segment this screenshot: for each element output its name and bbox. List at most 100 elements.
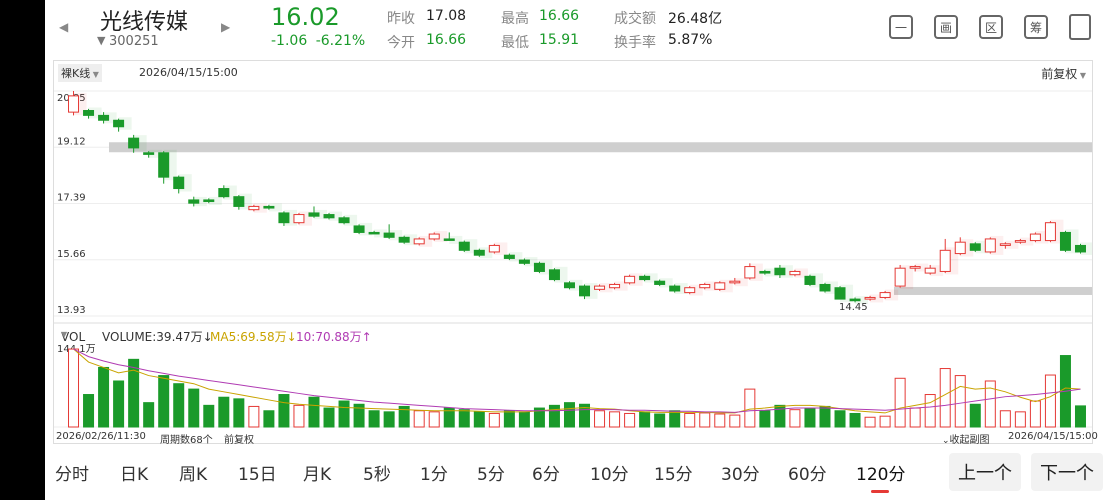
candle-body [939,249,951,272]
volume-ma5: MA5:69.58万↓ [210,330,297,344]
candlestick-chart[interactable]: 20.8519.1217.3915.6613.9314.45144.1万 [54,61,1092,443]
tab-5sec[interactable]: 5秒 [363,460,391,485]
candle-body [323,214,335,219]
tab-60min[interactable]: 60分 [788,460,827,485]
volume-bar [699,412,711,428]
stat-label-low: 最低 [501,35,529,51]
volume-bar [669,410,681,428]
candle-body [98,114,110,121]
volume-bar [158,375,170,428]
volume-bar [1014,411,1026,428]
stat-value-prev-close: 17.08 [426,8,467,24]
volume-bar [173,383,185,428]
candle-body [759,270,771,274]
volume-bar [759,410,771,428]
candle-body [1044,222,1056,242]
tab-1min[interactable]: 1分 [420,460,448,485]
period-count: 周期数68个 [160,435,213,446]
prev-stock-arrow-icon[interactable]: ◀ [59,20,68,34]
candle-body [143,152,155,155]
tab-6min[interactable]: 6分 [532,460,560,485]
candle-body [398,236,410,243]
volume-bar [503,410,515,428]
volume-ma10: 10:70.88万↑ [296,330,372,344]
volume-bar [954,375,966,428]
volume-value: VOLUME:39.47万↓ [102,330,213,344]
candle-body [188,199,200,204]
candle-body [639,275,651,281]
candle-body [849,298,861,302]
support-band [894,286,1092,295]
volume-bar [714,413,726,428]
volume-bar [338,400,350,428]
chip-distribution-tool-icon[interactable]: 筹 [1024,15,1048,39]
candle-body [879,292,891,298]
collapse-subchart-button[interactable]: ⌄收起副图 [942,431,990,446]
tab-timeshare[interactable]: 分时 [55,460,89,485]
volume-bar [894,377,906,428]
range-stats-tool-icon[interactable]: 区 [979,15,1003,39]
candle-body [774,267,786,276]
candle-body [954,241,966,255]
price-tick-label: 15.66 [57,249,86,260]
volume-bar [594,410,606,428]
candle-body [1074,244,1086,253]
tab-30min[interactable]: 30分 [721,460,760,485]
volume-bar [654,413,666,428]
draw-line-tool-icon[interactable]: 一 [889,15,913,39]
chevron-down-icon: ▼ [61,330,68,339]
candle-body [594,285,606,290]
tab-15min[interactable]: 15分 [654,460,693,485]
volume-bar [639,411,651,428]
candle-body [428,233,440,240]
stat-label-turnover-amount: 成交额 [614,11,656,27]
candle-body [699,283,711,289]
candle-body [729,280,741,284]
candle-body [1014,240,1026,243]
candle-body [248,205,260,211]
tab-15day[interactable]: 15日 [238,460,277,485]
candle-body [518,259,530,264]
price-change: -1.06 -6.21% [271,33,365,49]
candle-body [819,283,831,292]
stat-value-open: 16.66 [426,32,467,48]
tab-monthly[interactable]: 月K [303,460,331,485]
code-dropdown-icon[interactable]: ▼ [97,34,105,47]
stock-code[interactable]: 300251 [109,34,159,49]
change-amount: -1.06 [271,33,308,49]
price-tick-label: 17.39 [57,193,86,204]
volume-bar [744,388,756,428]
volume-bar [624,412,636,428]
candle-body [368,231,380,235]
candle-body [714,282,726,290]
collapse-subchart-label: 收起副图 [949,435,990,446]
prev-button[interactable]: 上一个 [949,453,1021,491]
volume-bar [849,412,861,428]
volume-bar [218,396,230,428]
volume-bar [68,348,80,428]
volume-bar [834,410,846,428]
tab-weekly[interactable]: 周K [179,460,207,485]
tab-daily[interactable]: 日K [120,460,148,485]
rotate-screen-icon[interactable] [1069,14,1091,40]
candle-body [83,110,95,116]
tab-10min[interactable]: 10分 [590,460,629,485]
volume-bar [323,407,335,428]
stat-value-low: 15.91 [539,32,580,48]
volume-bar [1029,400,1041,428]
next-button[interactable]: 下一个 [1031,453,1103,491]
tab-120min[interactable]: 120分 [856,460,905,485]
volume-bar [969,403,981,428]
candle-body [293,214,305,224]
candle-body [969,243,981,251]
volume-bar [248,405,260,428]
tab-5min[interactable]: 5分 [477,460,505,485]
candle-body [548,269,560,281]
next-stock-arrow-icon[interactable]: ▶ [221,20,230,34]
draw-tool-icon[interactable]: 画 [934,15,958,39]
volume-bar [999,410,1011,428]
candle-body [353,225,365,233]
candle-body [579,285,591,297]
volume-bar [684,412,696,428]
volume-bar [413,410,425,428]
